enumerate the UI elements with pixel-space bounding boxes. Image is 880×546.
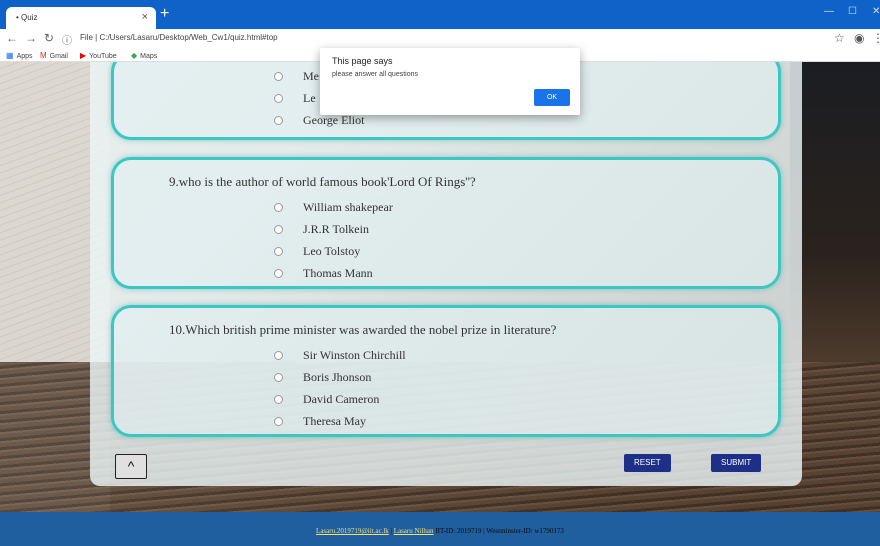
bookmark-apps[interactable]: ▦ Apps (6, 51, 33, 60)
name-link[interactable]: Lasaru Nilhan (394, 527, 434, 535)
alert-title: This page says (332, 56, 393, 66)
url-text: C:/Users/Lasaru/Desktop/Web_Cw1/quiz.htm… (99, 33, 278, 42)
back-icon[interactable]: ← (6, 31, 18, 45)
tab-title: Quiz (21, 13, 38, 22)
bookmark-youtube[interactable]: ▶ YouTube (80, 51, 117, 60)
option[interactable]: George Eliot (274, 113, 364, 128)
option[interactable]: Thomas Mann (274, 266, 373, 281)
radio-button[interactable] (274, 373, 283, 382)
radio-button[interactable] (274, 116, 283, 125)
email-link[interactable]: Lasaru.2019719@iit.ac.lk (316, 527, 389, 535)
close-window-icon[interactable]: ✕ (872, 6, 880, 17)
reset-button[interactable]: RESET (624, 454, 671, 472)
close-tab-icon[interactable]: × (142, 11, 148, 23)
radio-button[interactable] (274, 225, 283, 234)
footer-ids: IIT-ID: 2019719 | Westminster-ID: w17901… (435, 527, 564, 535)
option[interactable]: Le (274, 91, 316, 106)
radio-button[interactable] (274, 247, 283, 256)
apps-icon: ▦ (6, 51, 14, 60)
maximize-icon[interactable]: ☐ (848, 6, 857, 17)
tab-favicon-icon: • (16, 13, 19, 22)
page-footer: Lasaru.2019719@iit.ac.lk | Lasaru Nilhan… (0, 512, 880, 546)
youtube-icon: ▶ (80, 51, 87, 60)
tab-strip: • Quiz × + — ☐ ✕ (0, 0, 880, 29)
info-icon[interactable]: ⓘ (62, 32, 72, 47)
question-card: 10.Which british prime minister was awar… (111, 305, 781, 437)
option[interactable]: Sir Winston Chirchill (274, 348, 406, 363)
option[interactable]: J.R.R Tolkein (274, 222, 369, 237)
question-text: 10.Which british prime minister was awar… (169, 322, 557, 337)
gmail-icon: M (40, 51, 47, 60)
page-viewport: Me Le George Eliot 9.who is the author o… (0, 62, 880, 546)
option[interactable]: William shakepear (274, 200, 393, 215)
bookmark-maps[interactable]: ◆ Maps (131, 51, 157, 60)
bookmark-gmail[interactable]: M Gmail (40, 51, 68, 60)
question-card: 9.who is the author of world famous book… (111, 157, 781, 289)
option[interactable]: Boris Jhonson (274, 370, 371, 385)
scroll-to-top-button[interactable]: ^ (115, 454, 147, 479)
radio-button[interactable] (274, 203, 283, 212)
profile-icon[interactable]: ◉ (854, 31, 864, 45)
option[interactable]: Me (274, 69, 319, 84)
maps-icon: ◆ (131, 51, 138, 60)
option[interactable]: Theresa May (274, 414, 366, 429)
radio-button[interactable] (274, 72, 283, 81)
new-tab-button[interactable]: + (160, 5, 169, 23)
browser-tab[interactable]: • Quiz × (6, 7, 156, 29)
forward-icon[interactable]: → (25, 31, 37, 45)
alert-message: please answer all questions (332, 71, 418, 78)
question-text: 9.who is the author of world famous book… (169, 174, 476, 189)
radio-button[interactable] (274, 351, 283, 360)
alert-ok-button[interactable]: OK (534, 89, 570, 106)
radio-button[interactable] (274, 94, 283, 103)
submit-button[interactable]: SUBMIT (711, 454, 762, 472)
menu-icon[interactable]: ⋮ (872, 31, 880, 45)
option[interactable]: Leo Tolstoy (274, 244, 360, 259)
alert-dialog: This page says please answer all questio… (320, 48, 580, 115)
radio-button[interactable] (274, 417, 283, 426)
address-bar[interactable]: File | C:/Users/Lasaru/Desktop/Web_Cw1/q… (80, 33, 278, 42)
browser-toolbar: ← → ↻ ⓘ File | C:/Users/Lasaru/Desktop/W… (0, 29, 880, 48)
url-prefix: File (80, 33, 93, 42)
quiz-panel: Me Le George Eliot 9.who is the author o… (90, 62, 802, 486)
minimize-icon[interactable]: — (824, 6, 834, 17)
star-icon[interactable]: ☆ (834, 31, 845, 45)
option[interactable]: David Cameron (274, 392, 379, 407)
radio-button[interactable] (274, 269, 283, 278)
reload-icon[interactable]: ↻ (44, 31, 54, 45)
radio-button[interactable] (274, 395, 283, 404)
